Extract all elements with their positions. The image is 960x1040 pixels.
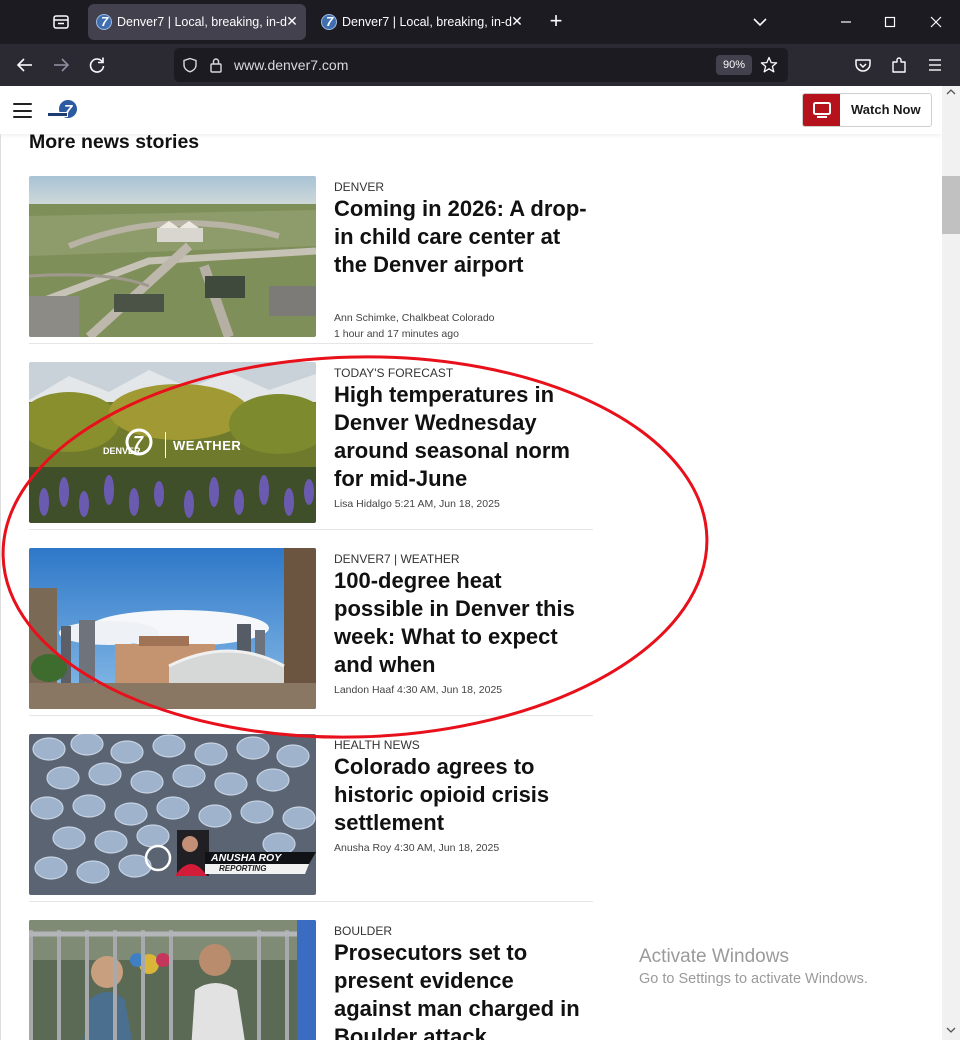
app-menu-button[interactable] <box>923 53 947 77</box>
thumb-reporter-role: REPORTING <box>219 864 267 873</box>
minimize-button[interactable] <box>834 10 858 34</box>
story-headline[interactable]: Prosecutors set to present evidence agai… <box>334 939 596 1040</box>
denver7-favicon-icon <box>321 14 337 30</box>
pocket-button[interactable] <box>851 53 875 77</box>
site-header: 7 Watch Now <box>0 86 942 134</box>
story-byline: Anusha Roy 4:30 AM, Jun 18, 2025 <box>334 842 500 854</box>
story-card[interactable]: 7 DENVER WEATHER TODAY'S FORECAST High t… <box>29 362 593 530</box>
list-all-tabs-button[interactable] <box>748 10 772 34</box>
lock-icon[interactable] <box>208 56 224 74</box>
tab-denver7-active[interactable]: Denver7 | Local, breaking, in-de ✕ <box>88 4 306 40</box>
denver7-logo-icon: 7 <box>48 100 77 119</box>
maximize-button[interactable] <box>878 10 902 34</box>
story-kicker[interactable]: BOULDER <box>334 924 392 938</box>
tab-title: Denver7 | Local, breaking, in-de <box>342 15 512 29</box>
section-title: More news stories <box>29 134 200 153</box>
extensions-button[interactable] <box>887 53 911 77</box>
extensions-puzzle-icon <box>892 57 906 73</box>
thumb-reporter-name: ANUSHA ROY <box>211 852 282 864</box>
close-tab-icon[interactable]: ✕ <box>509 12 525 30</box>
thumb-logo-text: DENVER <box>103 446 141 456</box>
watermark-title: Activate Windows <box>639 946 789 967</box>
story-headline[interactable]: High temperatures in Denver Wednesday ar… <box>334 381 596 493</box>
tv-icon <box>803 94 840 126</box>
main-content: More news stories DENVER Coming in 2026:… <box>0 134 942 1040</box>
story-headline[interactable]: 100-degree heat possible in Denver this … <box>334 567 596 679</box>
watch-now-button[interactable]: Watch Now <box>802 93 932 127</box>
scroll-up-arrow-icon[interactable] <box>946 88 956 96</box>
forward-arrow-icon <box>54 58 70 72</box>
tab-list-button[interactable] <box>48 10 74 34</box>
maximize-icon <box>884 16 896 28</box>
story-headline[interactable]: Coming in 2026: A drop-in child care cen… <box>334 195 596 279</box>
story-thumbnail-pills[interactable]: ANUSHA ROY REPORTING <box>29 734 316 895</box>
scrollbar-thumb[interactable] <box>942 176 960 234</box>
chevron-down-icon <box>753 18 767 27</box>
page-scrollbar[interactable] <box>942 86 960 1040</box>
url-bar[interactable]: www.denver7.com 90% <box>174 48 788 82</box>
story-byline: Ann Schimke, Chalkbeat Colorado 1 hour a… <box>334 310 495 342</box>
scroll-down-arrow-icon[interactable] <box>946 1026 956 1034</box>
back-arrow-icon <box>16 58 32 72</box>
bookmark-star-icon[interactable] <box>760 56 778 74</box>
story-card[interactable]: BOULDER Prosecutors set to present evide… <box>29 920 593 1040</box>
story-kicker[interactable]: DENVER7 | WEATHER <box>334 552 460 566</box>
reload-icon <box>89 57 105 73</box>
close-icon <box>930 16 942 28</box>
story-headline[interactable]: Colorado agrees to historic opioid crisi… <box>334 753 596 837</box>
story-author: Ann Schimke, Chalkbeat Colorado <box>334 312 495 324</box>
new-tab-button[interactable]: + <box>544 10 568 34</box>
url-text[interactable]: www.denver7.com <box>234 57 348 73</box>
watermark-subtitle: Go to Settings to activate Windows. <box>639 971 868 987</box>
close-tab-icon[interactable]: ✕ <box>284 12 300 30</box>
denver7-logo[interactable]: 7 <box>46 98 82 122</box>
story-card[interactable]: ANUSHA ROY REPORTING HEALTH NEWS Colorad… <box>29 734 593 902</box>
back-button[interactable] <box>13 53 37 77</box>
reload-button[interactable] <box>85 53 109 77</box>
activate-windows-watermark: Activate Windows Go to Settings to activ… <box>639 946 868 987</box>
tab-denver7[interactable]: Denver7 | Local, breaking, in-de ✕ <box>313 4 531 40</box>
tab-title: Denver7 | Local, breaking, in-de <box>117 15 287 29</box>
nav-bar: www.denver7.com 90% <box>0 44 960 86</box>
shield-icon[interactable] <box>182 57 198 73</box>
tab-bar: Denver7 | Local, breaking, in-de ✕ Denve… <box>0 0 960 44</box>
story-thumbnail-boulder-memorial[interactable] <box>29 920 316 1040</box>
story-thumbnail-union-station[interactable] <box>29 548 316 709</box>
story-thumbnail-airport[interactable] <box>29 176 316 337</box>
story-byline: Lisa Hidalgo 5:21 AM, Jun 18, 2025 <box>334 498 500 510</box>
pocket-icon <box>855 59 871 72</box>
story-time: 1 hour and 17 minutes ago <box>334 328 459 340</box>
site-menu-button[interactable] <box>13 103 32 118</box>
denver7-favicon-icon <box>96 14 112 30</box>
tab-list-icon <box>53 15 69 29</box>
forward-button[interactable] <box>49 53 73 77</box>
story-card[interactable]: DENVER Coming in 2026: A drop-in child c… <box>29 176 593 344</box>
thumb-weather-label: WEATHER <box>173 438 242 453</box>
zoom-level-button[interactable]: 90% <box>716 55 752 75</box>
close-window-button[interactable] <box>924 10 948 34</box>
minimize-icon <box>841 21 851 23</box>
hamburger-menu-icon <box>929 59 941 71</box>
story-thumbnail-weather[interactable]: 7 DENVER WEATHER <box>29 362 316 523</box>
thumb-divider <box>165 432 166 458</box>
story-kicker[interactable]: DENVER <box>334 180 384 194</box>
story-kicker[interactable]: TODAY'S FORECAST <box>334 366 453 380</box>
story-card[interactable]: DENVER7 | WEATHER 100-degree heat possib… <box>29 548 593 716</box>
story-kicker[interactable]: HEALTH NEWS <box>334 738 420 752</box>
story-byline: Landon Haaf 4:30 AM, Jun 18, 2025 <box>334 684 503 696</box>
watch-now-label: Watch Now <box>851 102 921 117</box>
